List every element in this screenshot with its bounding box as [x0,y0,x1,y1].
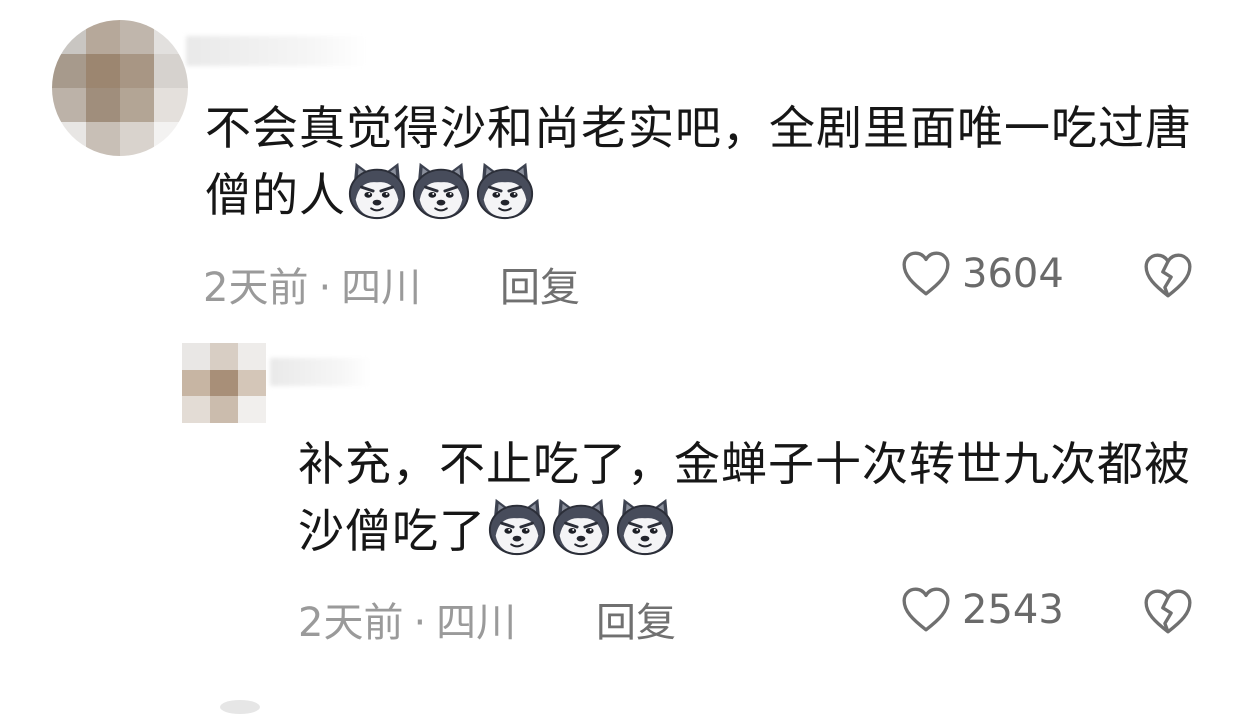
comment-time: 2天前 [298,600,404,646]
comment-meta: 2天前 · 四川 [298,590,516,648]
husky-emoji-icon [486,495,548,557]
like-button[interactable]: 2543 [900,586,1064,634]
broken-heart-icon [1142,588,1194,636]
comment-text: 补充，不止吃了，金蝉子十次转世九次都被沙僧吃了 [298,433,1218,562]
avatar[interactable] [182,343,266,423]
reply-comment-item: 补充，不止吃了，金蝉子十次转世九次都被沙僧吃了 2天前 · 四川 回复 2543 [0,0,1260,646]
dislike-button[interactable] [1142,588,1194,636]
heart-icon [900,586,952,634]
husky-emoji-icon [614,495,676,557]
comment-location: 四川 [436,600,517,646]
reply-button[interactable]: 回复 [596,590,676,648]
next-comment-avatar [220,700,260,714]
meta-separator: · [413,600,427,646]
like-count: 2543 [962,587,1064,633]
comment-text-content: 补充，不止吃了，金蝉子十次转世九次都被沙僧吃了 [298,437,1191,558]
username-redacted[interactable] [270,358,370,386]
husky-emoji-icon [550,495,612,557]
